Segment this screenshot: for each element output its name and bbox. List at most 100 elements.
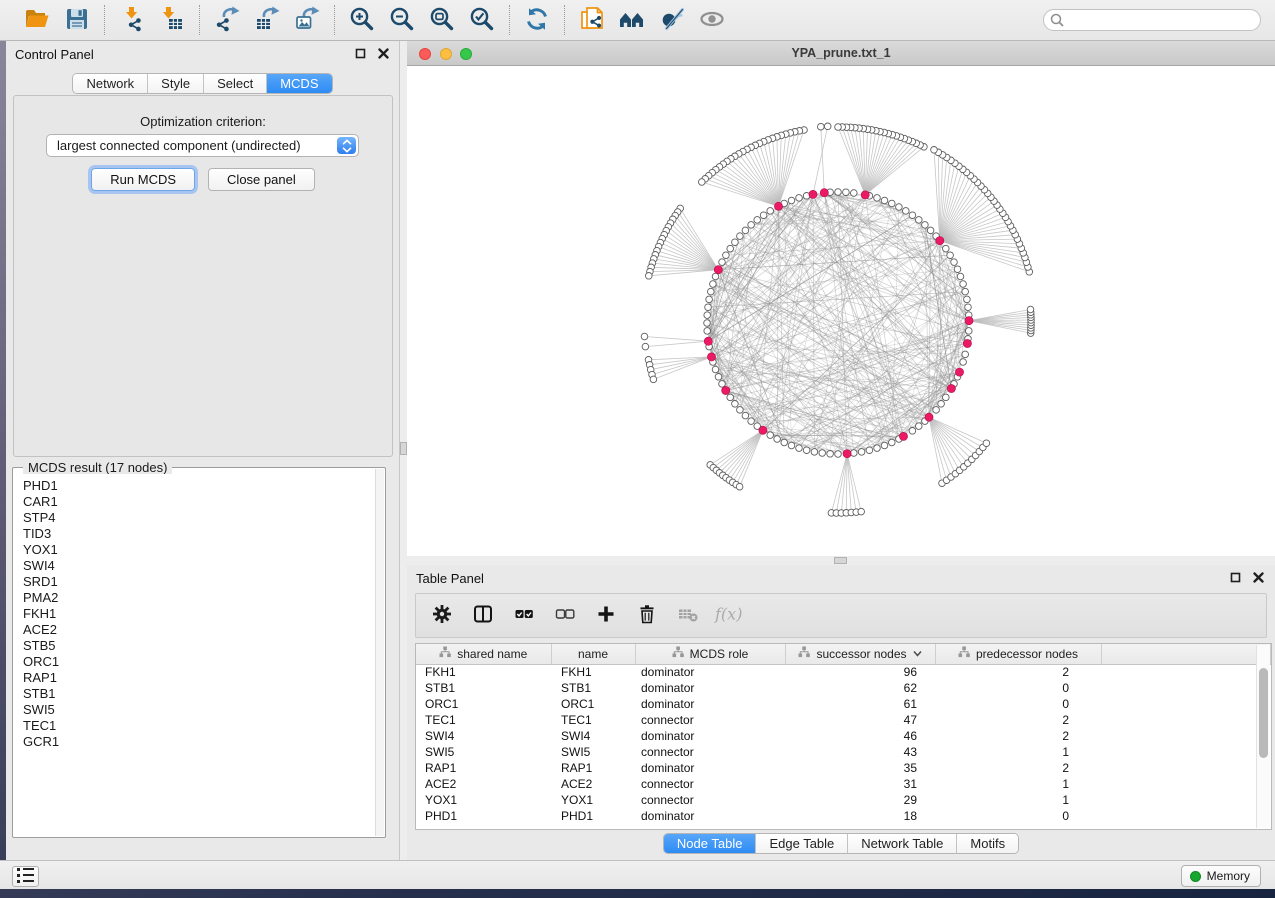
table-row[interactable]: ACE2ACE2connector311 [416, 776, 1271, 792]
mcds-result-node[interactable]: GCR1 [23, 734, 375, 750]
cell[interactable]: ACE2 [551, 776, 635, 792]
cell[interactable]: 47 [785, 712, 935, 728]
vertical-splitter-handle[interactable] [400, 442, 407, 455]
tab-network-table[interactable]: Network Table [847, 834, 956, 853]
zoom-selected-button[interactable] [467, 5, 497, 35]
mcds-result-node[interactable]: CAR1 [23, 494, 375, 510]
export-network-button[interactable] [212, 5, 242, 35]
show-hide-button[interactable] [697, 5, 727, 35]
cell[interactable]: SWI4 [416, 728, 551, 744]
cell[interactable]: YOX1 [551, 792, 635, 808]
mcds-result-node[interactable]: STB1 [23, 686, 375, 702]
mcds-result-node[interactable]: ACE2 [23, 622, 375, 638]
float-panel-icon[interactable] [355, 48, 366, 59]
save-session-button[interactable] [62, 5, 92, 35]
cell[interactable]: 2 [935, 728, 1101, 744]
tab-network[interactable]: Network [73, 74, 147, 93]
hide-panels-button[interactable] [657, 5, 687, 35]
cell[interactable]: dominator [635, 680, 785, 696]
mcds-result-node[interactable]: SRD1 [23, 574, 375, 590]
table-row[interactable]: TEC1TEC1connector472 [416, 712, 1271, 728]
tab-motifs[interactable]: Motifs [956, 834, 1018, 853]
node-table-grid[interactable]: shared namenameMCDS rolesuccessor nodesp… [416, 644, 1271, 824]
refresh-view-button[interactable] [522, 5, 552, 35]
cell[interactable]: 29 [785, 792, 935, 808]
mcds-result-list[interactable]: PHD1CAR1STP4TID3YOX1SWI4SRD1PMA2FKH1ACE2… [14, 474, 375, 836]
network-window-titlebar[interactable]: YPA_prune.txt_1 [407, 41, 1275, 66]
table-row[interactable]: STB1STB1dominator620 [416, 680, 1271, 696]
cell[interactable]: 35 [785, 760, 935, 776]
table-row[interactable]: ORC1ORC1dominator610 [416, 696, 1271, 712]
column-header-successor-nodes[interactable]: successor nodes [785, 644, 935, 664]
task-history-button[interactable] [12, 866, 39, 887]
search-windows-button[interactable] [617, 5, 647, 35]
mcds-result-node[interactable]: TEC1 [23, 718, 375, 734]
delete-column-button[interactable] [635, 604, 659, 628]
cell[interactable]: FKH1 [551, 664, 635, 680]
cell[interactable]: 1 [935, 744, 1101, 760]
cell[interactable]: 31 [785, 776, 935, 792]
network-overview-button[interactable] [577, 5, 607, 35]
cell[interactable]: 1 [935, 776, 1101, 792]
cell[interactable]: connector [635, 792, 785, 808]
table-scrollbar[interactable] [1256, 645, 1270, 828]
cell[interactable]: STB1 [416, 680, 551, 696]
cell[interactable]: 0 [935, 680, 1101, 696]
open-file-button[interactable] [22, 5, 52, 35]
network-graph[interactable] [407, 66, 1275, 556]
export-image-button[interactable] [292, 5, 322, 35]
horizontal-splitter[interactable] [407, 556, 1275, 565]
table-settings-button[interactable] [430, 604, 454, 628]
tab-mcds[interactable]: MCDS [266, 74, 331, 93]
cell[interactable]: 0 [935, 808, 1101, 824]
memory-button[interactable]: Memory [1181, 865, 1261, 887]
mcds-result-node[interactable]: STB5 [23, 638, 375, 654]
table-row[interactable]: PHD1PHD1dominator180 [416, 808, 1271, 824]
deselect-all-button[interactable] [553, 604, 577, 628]
cell[interactable]: connector [635, 744, 785, 760]
column-header-shared-name[interactable]: shared name [416, 644, 551, 664]
cell[interactable]: 1 [935, 792, 1101, 808]
cell[interactable]: dominator [635, 728, 785, 744]
cell[interactable]: 2 [935, 712, 1101, 728]
import-network-button[interactable] [117, 5, 147, 35]
table-row[interactable]: RAP1RAP1dominator352 [416, 760, 1271, 776]
column-header-predecessor-nodes[interactable]: predecessor nodes [935, 644, 1101, 664]
mcds-result-node[interactable]: PHD1 [23, 478, 375, 494]
mcds-result-node[interactable]: SWI4 [23, 558, 375, 574]
cell[interactable]: PHD1 [551, 808, 635, 824]
mcds-result-node[interactable]: RAP1 [23, 670, 375, 686]
zoom-in-button[interactable] [347, 5, 377, 35]
vertical-splitter[interactable] [400, 41, 407, 860]
cell[interactable]: 43 [785, 744, 935, 760]
network-canvas[interactable] [407, 66, 1275, 556]
select-all-button[interactable] [512, 604, 536, 628]
cell[interactable]: FKH1 [416, 664, 551, 680]
cell[interactable]: 62 [785, 680, 935, 696]
search-input[interactable] [1043, 9, 1261, 31]
mcds-result-node[interactable]: SWI5 [23, 702, 375, 718]
mcds-result-node[interactable]: ORC1 [23, 654, 375, 670]
run-mcds-button[interactable]: Run MCDS [91, 168, 195, 191]
cell[interactable]: TEC1 [416, 712, 551, 728]
cell[interactable]: RAP1 [551, 760, 635, 776]
tab-style[interactable]: Style [147, 74, 203, 93]
column-header-name[interactable]: name [551, 644, 635, 664]
import-table-button[interactable] [157, 5, 187, 35]
cell[interactable]: ORC1 [551, 696, 635, 712]
export-table-button[interactable] [252, 5, 282, 35]
table-scrollbar-thumb[interactable] [1259, 668, 1268, 758]
close-panel-icon[interactable] [1253, 572, 1264, 583]
table-row[interactable]: SWI4SWI4dominator462 [416, 728, 1271, 744]
cell[interactable]: SWI5 [551, 744, 635, 760]
show-columns-button[interactable] [471, 604, 495, 628]
cell[interactable]: dominator [635, 760, 785, 776]
cell[interactable]: SWI4 [551, 728, 635, 744]
mcds-result-node[interactable]: TID3 [23, 526, 375, 542]
cell[interactable]: ACE2 [416, 776, 551, 792]
column-header-MCDS-role[interactable]: MCDS role [635, 644, 785, 664]
mcds-result-node[interactable]: PMA2 [23, 590, 375, 606]
cell[interactable]: 2 [935, 664, 1101, 680]
float-panel-icon[interactable] [1230, 572, 1241, 583]
zoom-out-button[interactable] [387, 5, 417, 35]
